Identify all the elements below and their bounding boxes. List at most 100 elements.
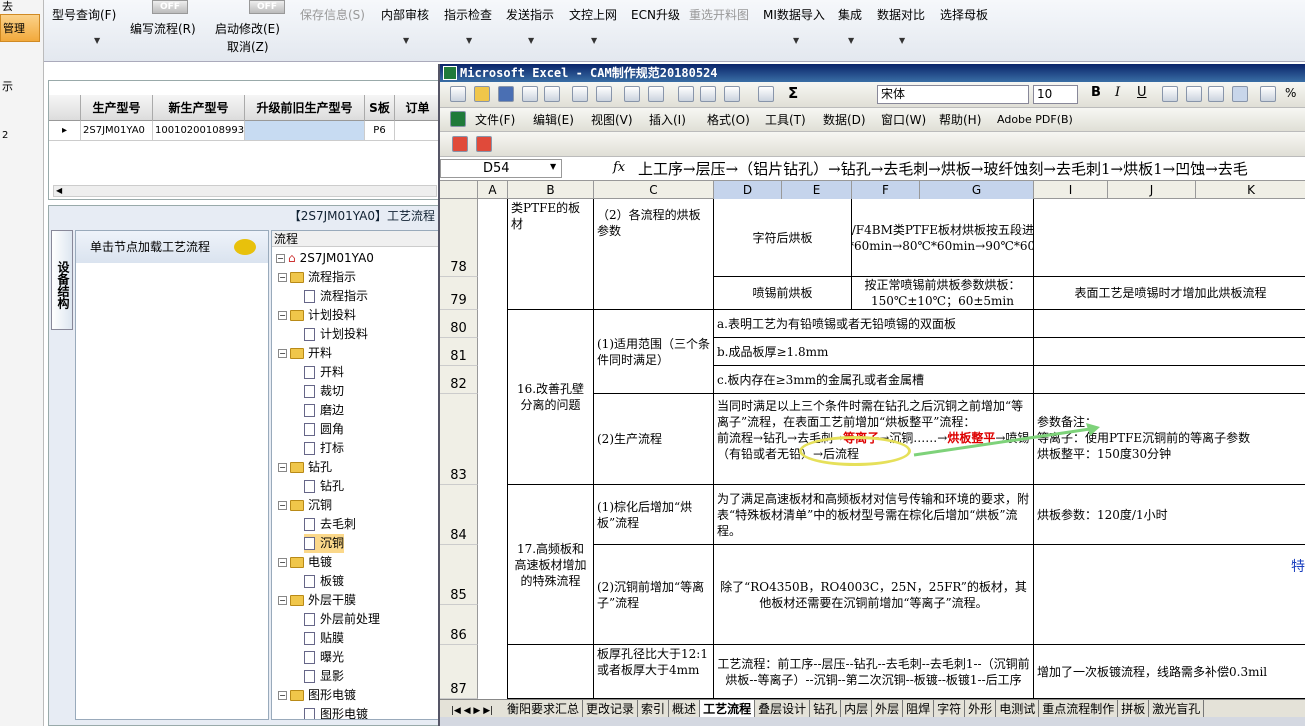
menu-file[interactable]: 文件(F) [475,108,515,132]
chevron-down-icon[interactable]: ▼ [550,162,556,171]
sheet-tab[interactable]: 工艺流程 [700,700,756,717]
instruction-check-button[interactable]: 指示检查 ▼ [444,6,492,45]
column-header[interactable]: A [478,181,508,199]
tree-node[interactable]: 贴膜 [304,629,344,648]
sheet-tab[interactable]: 钻孔 [810,700,842,717]
tree-node[interactable]: 磨边 [304,401,344,420]
menu-window[interactable]: 窗口(W) [881,108,926,132]
cell-c87[interactable]: 板厚孔径比大于12:1或者板厚大于4mm [594,645,714,699]
doc-online-button[interactable]: 文控上网 ▼ [569,6,617,45]
cell-c80[interactable]: (1)适用范围（三个条件同时满足） [594,310,714,394]
data-compare-button[interactable]: 数据对比 ▼ [877,6,925,45]
cell-d80[interactable]: a.表明工艺为有铅喷锡或者无铅喷锡的双面板 [714,310,1034,338]
grid-cell[interactable]: 2S7JM01YA0 [81,121,153,141]
column-header[interactable]: G [920,181,1034,199]
autosum-icon[interactable]: Σ [788,84,798,102]
collapse-icon[interactable]: − [278,273,287,282]
cell-d85[interactable]: 除了“RO4350B，RO4003C，25N，25FR”的板材，其他板材还需要在… [714,545,1034,645]
menu-help[interactable]: 帮助(H) [939,108,981,132]
paste-icon[interactable] [724,86,740,102]
cell-i84[interactable]: 烘板参数：120度/1小时 [1034,485,1305,545]
cell-f79[interactable]: 按正常喷锡前烘板参数烘板：150℃±10℃；60±5min [852,277,1034,310]
sheet-tab[interactable]: 索引 [638,700,670,717]
grid-col-header[interactable]: 升级前旧生产型号 [245,95,365,121]
grid-col-header[interactable]: S板 [365,95,395,121]
cell-d81[interactable]: b.成品板厚≥1.8mm [714,338,1034,366]
collapse-icon[interactable]: − [278,558,287,567]
grid-col-header[interactable]: 订单 [395,95,441,121]
bold-icon[interactable]: B [1091,85,1101,100]
cut-icon[interactable] [678,86,694,102]
collapse-icon[interactable]: − [278,311,287,320]
collapse-icon[interactable]: − [278,463,287,472]
reselect-cut-button[interactable]: 重选开料图 [689,6,749,23]
copy-icon[interactable] [700,86,716,102]
save-icon[interactable] [498,86,514,102]
left-strip-active-item[interactable]: 管理 [0,14,40,42]
tree-node[interactable]: 钻孔 [304,477,344,496]
excel-doc-icon[interactable] [450,111,466,127]
tree-node[interactable]: − 电镀 [278,553,332,572]
row-header[interactable]: 82 [440,366,478,394]
font-name-select[interactable]: 宋体 [877,85,1029,104]
internal-review-button[interactable]: 内部审核 ▼ [381,6,429,45]
write-flow-button[interactable]: OFF 编写流程(R) [130,0,196,37]
cell-c84[interactable]: (1)棕化后增加“烘板”流程 [594,485,714,545]
tab-equipment-structure[interactable]: 设备结构 [51,230,73,330]
formula-input[interactable]: 上工序→层压→（铝片钻孔）→钻孔→去毛刺→烘板→玻纤蚀刻→去毛刺1→烘板1→凹蚀… [638,159,1305,179]
tree-node[interactable]: − 钻孔 [278,458,332,477]
integrate-button[interactable]: 集成 ▼ [838,6,862,45]
menu-format[interactable]: 格式(O) [707,108,750,132]
row-header[interactable]: 85 [440,545,478,605]
tree-node[interactable]: − 流程指示 [278,268,356,287]
column-header[interactable]: K [1196,181,1305,199]
research-icon[interactable] [648,86,664,102]
tree-node[interactable]: 流程指示 [304,287,368,306]
tree-node[interactable]: 曝光 [304,648,344,667]
permission-icon[interactable] [522,86,538,102]
menu-adobe-pdf[interactable]: Adobe PDF(B) [997,108,1073,132]
tree-node[interactable]: − 沉铜 [278,496,332,515]
tree-node[interactable]: 沉铜 [304,534,345,553]
horizontal-scrollbar[interactable]: ◀ [53,185,437,197]
cell-c78[interactable]: （2）各流程的烘板参数 [594,199,714,310]
cell-b80[interactable]: 16.改善孔壁分离的问题 [508,310,594,485]
cell-b78[interactable]: 类PTFE的板材 [508,199,594,310]
sheet-tab[interactable]: 电测试 [996,700,1040,717]
sheet-tab[interactable]: 概述 [669,700,701,717]
column-header[interactable]: E [782,181,852,199]
currency-icon[interactable] [1260,86,1276,102]
column-header[interactable]: I [1034,181,1108,199]
scroll-left-icon[interactable]: ◀ [56,186,62,195]
tree-node[interactable]: − 开料 [278,344,332,363]
pdf-email-icon[interactable] [476,136,492,152]
menu-edit[interactable]: 编辑(E) [533,108,574,132]
cell-b87[interactable] [508,645,594,699]
tree-node[interactable]: 板镀 [304,572,344,591]
cell-c85[interactable]: (2)沉铜前增加“等离子”流程 [594,545,714,645]
align-center-icon[interactable] [1186,86,1202,102]
sheet-tab[interactable]: 衡阳要求汇总 [504,700,584,717]
grid-cell[interactable]: 10010200108993 [153,121,245,141]
cell-i82[interactable] [1034,366,1305,394]
tree-node[interactable]: − 图形电镀 [278,686,356,705]
collapse-icon[interactable]: − [278,501,287,510]
cell-c83[interactable]: (2)生产流程 [594,394,714,485]
collapse-icon[interactable]: − [276,254,285,263]
tree-node[interactable]: 去毛刺 [304,515,356,534]
name-box[interactable]: D54 [440,159,562,178]
align-right-icon[interactable] [1208,86,1224,102]
ecn-upgrade-button[interactable]: ECN升级 [631,6,680,23]
column-header[interactable]: C [594,181,714,199]
menu-view[interactable]: 视图(V) [591,108,633,132]
percent-icon[interactable]: % [1285,86,1296,100]
column-header[interactable]: B [508,181,594,199]
tree-node[interactable]: 开料 [304,363,344,382]
cell-b84[interactable]: 17.高频板和高速板材增加的特殊流程 [508,485,594,645]
row-header[interactable]: 87 [440,645,478,699]
open-icon[interactable] [474,86,490,102]
cell-d84[interactable]: 为了满足高速板材和高频板材对信号传输和环境的要求，附表“特殊板材清单”中的板材型… [714,485,1034,545]
cell-d79[interactable]: 喷锡前烘板 [714,277,852,310]
underline-icon[interactable]: U [1137,85,1147,100]
sheet-tab[interactable]: 更改记录 [583,700,639,717]
